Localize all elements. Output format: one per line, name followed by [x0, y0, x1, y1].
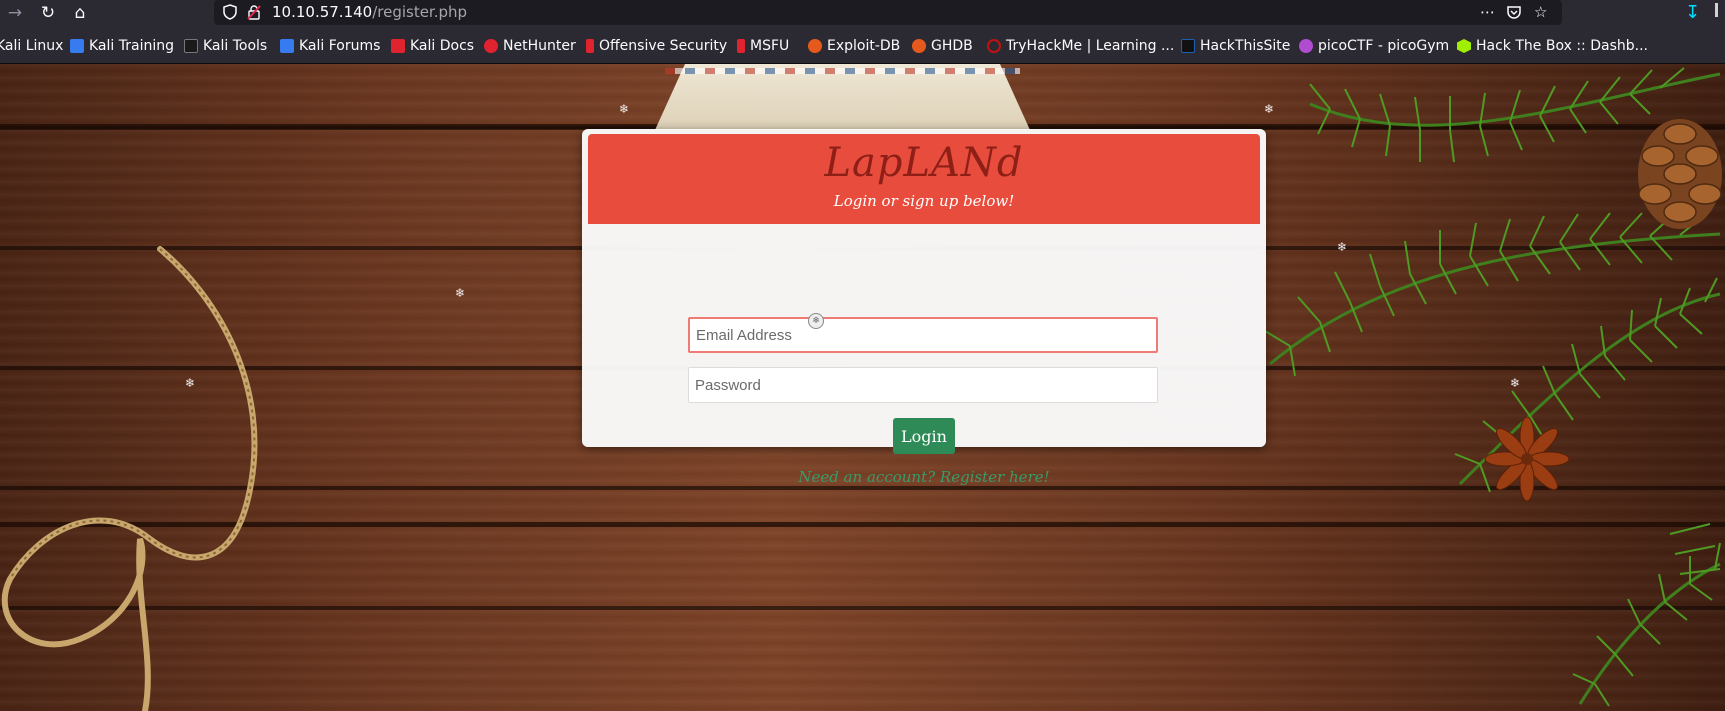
login-tagline: Login or sign up below!	[833, 192, 1015, 210]
bookmark-label: picoCTF - picoGym	[1318, 38, 1450, 54]
twine-decoration	[1, 246, 258, 711]
star-anise-decoration	[1484, 416, 1570, 502]
bookmark-label: Kali Forums	[299, 38, 381, 54]
bookmark-nethunter[interactable]: NetHunter	[484, 37, 576, 55]
snowflake-icon: ❄	[1264, 102, 1275, 116]
kali-forums-icon	[280, 39, 294, 53]
bookmark-label: Kali Docs	[410, 38, 475, 54]
bookmark-kali-linux[interactable]: Kali Linux	[0, 37, 63, 55]
fir-branch-decoration	[1264, 67, 1722, 707]
tryhackme-icon	[987, 39, 1001, 53]
login-button[interactable]: Login	[893, 418, 955, 454]
bookmark-label: Exploit-DB	[827, 38, 901, 54]
hackthebox-icon	[1457, 39, 1471, 53]
snowflake-icon: ❄	[1510, 376, 1521, 390]
bookmark-label: Offensive Security	[599, 38, 728, 54]
register-link[interactable]: Need an account? Register here!	[582, 468, 1266, 486]
more-actions-icon[interactable]: ⋯	[1480, 2, 1495, 22]
url-path: /register.php	[372, 3, 468, 21]
bookmark-label: Kali Tools	[203, 38, 268, 54]
ghdb-icon	[912, 39, 926, 53]
bookmark-label: GHDB	[931, 38, 973, 54]
download-icon[interactable]: ↧	[1685, 2, 1700, 23]
bookmark-star-icon[interactable]: ☆	[1534, 2, 1547, 22]
picoctf-icon	[1299, 39, 1313, 53]
pocket-icon[interactable]	[1506, 4, 1522, 20]
nethunter-icon	[484, 39, 498, 53]
kali-training-icon	[70, 39, 84, 53]
page-background: ❄ ❄ ❄ ❄ ❄ ❄ LapLANd Login or sign up bel…	[0, 64, 1725, 711]
bookmark-ghdb[interactable]: GHDB	[912, 37, 973, 55]
browser-toolbar: → ↻ ⌂ 10.10.57.140/register.php ⋯ ☆ ↧	[0, 0, 1725, 26]
forward-arrow-icon[interactable]: →	[4, 2, 26, 24]
login-card: LapLANd Login or sign up below! Login Ne…	[582, 129, 1266, 486]
bookmark-label: Hack The Box :: Dashb...	[1476, 38, 1648, 54]
bookmark-tryhackme[interactable]: TryHackMe | Learning ...	[987, 37, 1174, 55]
brand-title: LapLANd	[824, 140, 1024, 186]
url-host: 10.10.57.140	[272, 3, 373, 21]
kali-docs-icon	[391, 39, 405, 53]
snowflake-icon: ❄	[619, 102, 630, 116]
snowflake-icon: ❄	[1337, 240, 1348, 254]
pine-cone-decoration	[1638, 119, 1722, 229]
bookmark-kali-training[interactable]: Kali Training	[70, 37, 174, 55]
card-header: LapLANd Login or sign up below!	[588, 134, 1260, 224]
bookmark-label: Kali Linux	[0, 38, 64, 54]
password-input[interactable]	[688, 367, 1158, 403]
reload-icon[interactable]: ↻	[37, 2, 59, 24]
bookmark-hackthebox[interactable]: Hack The Box :: Dashb...	[1457, 37, 1648, 55]
mouse-cursor-icon: ❄	[808, 313, 824, 329]
bookmark-label: NetHunter	[503, 38, 576, 54]
bookmark-msfu[interactable]: MSFU	[737, 37, 789, 55]
bookmark-label: TryHackMe | Learning ...	[1006, 38, 1175, 54]
hackthissite-icon	[1181, 39, 1195, 53]
bookmark-label: HackThisSite	[1200, 38, 1291, 54]
bookmark-kali-docs[interactable]: Kali Docs	[391, 37, 474, 55]
bookmark-hackthissite[interactable]: HackThisSite	[1181, 37, 1290, 55]
envelope-stripe-decoration	[665, 68, 1020, 74]
bookmark-kali-forums[interactable]: Kali Forums	[280, 37, 380, 55]
insecure-lock-icon[interactable]	[246, 4, 262, 20]
url-text[interactable]: 10.10.57.140/register.php	[272, 3, 467, 21]
msfu-icon	[737, 39, 745, 53]
bookmark-label: MSFU	[750, 38, 790, 54]
bookmark-exploit-db[interactable]: Exploit-DB	[808, 37, 900, 55]
email-input[interactable]	[688, 317, 1158, 353]
bookmark-offensive-security[interactable]: Offensive Security	[586, 37, 727, 55]
bookmark-picoctf[interactable]: picoCTF - picoGym	[1299, 37, 1449, 55]
bookmark-label: Kali Training	[89, 38, 174, 54]
home-icon[interactable]: ⌂	[69, 2, 91, 24]
library-icon[interactable]	[1715, 3, 1718, 17]
kali-tools-icon	[184, 39, 198, 53]
bookmark-kali-tools[interactable]: Kali Tools	[184, 37, 267, 55]
url-bar[interactable]: 10.10.57.140/register.php ⋯ ☆	[214, 0, 1562, 25]
shield-icon[interactable]	[222, 4, 238, 20]
exploit-db-icon	[808, 39, 822, 53]
snowflake-icon: ❄	[455, 286, 466, 300]
offsec-icon	[586, 39, 594, 53]
bookmarks-toolbar: Kali Linux Kali Training Kali Tools Kali…	[0, 26, 1725, 64]
snowflake-icon: ❄	[185, 376, 196, 390]
